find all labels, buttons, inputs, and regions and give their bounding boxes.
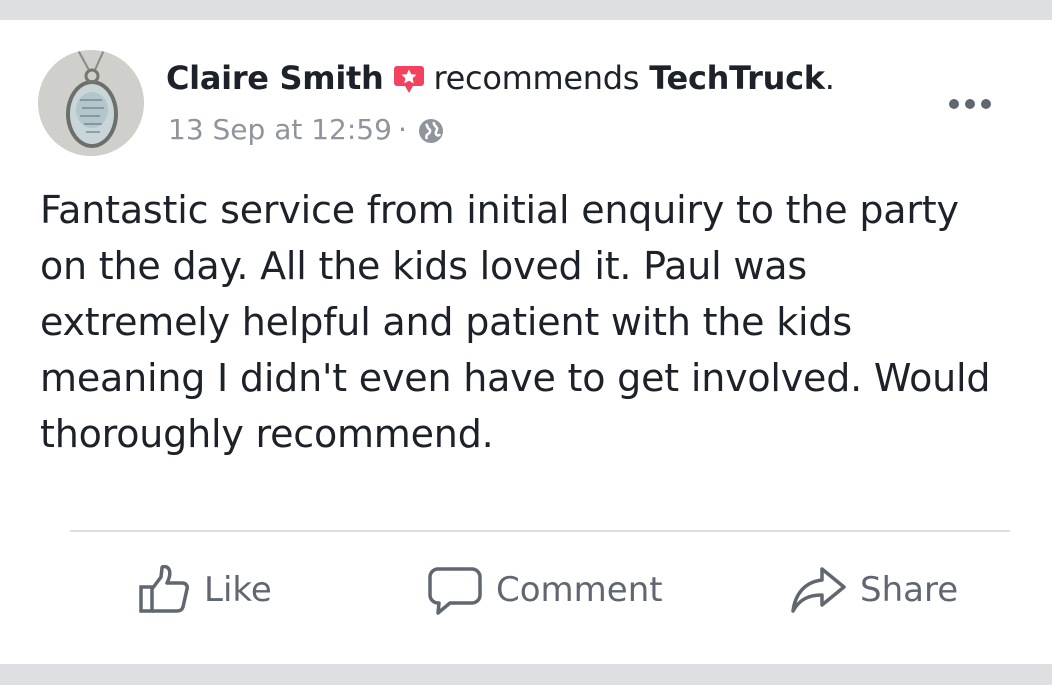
avatar[interactable] — [38, 50, 144, 156]
comment-button[interactable]: Comment — [428, 562, 663, 618]
author-name[interactable]: Claire Smith — [166, 59, 384, 97]
comment-bubble-icon — [428, 567, 482, 615]
timestamp[interactable]: 13 Sep at 12:59 — [168, 113, 392, 146]
recommendation-star-icon — [393, 62, 425, 106]
page-name-link[interactable]: TechTruck — [649, 59, 825, 97]
share-label: Share — [860, 570, 959, 610]
comment-label: Comment — [496, 570, 663, 610]
like-button[interactable]: Like — [138, 562, 272, 618]
post-meta: 13 Sep at 12:59 · — [168, 112, 445, 154]
meta-separator: · — [397, 113, 407, 146]
recommends-text: recommends — [433, 59, 640, 97]
share-button[interactable]: Share — [790, 562, 958, 618]
post-body: Fantastic service from initial enquiry t… — [40, 188, 991, 456]
post-card: Claire Smith recommends TechTruck. 13 Se… — [0, 20, 1052, 664]
like-label: Like — [204, 570, 272, 610]
thumbs-up-icon — [139, 565, 189, 613]
more-options-icon[interactable] — [946, 96, 994, 112]
page-name-suffix: . — [824, 59, 835, 97]
globe-icon[interactable] — [417, 117, 445, 154]
post-header: Claire Smith recommends TechTruck. — [166, 56, 835, 106]
divider — [70, 530, 1010, 532]
share-arrow-icon — [791, 567, 846, 613]
